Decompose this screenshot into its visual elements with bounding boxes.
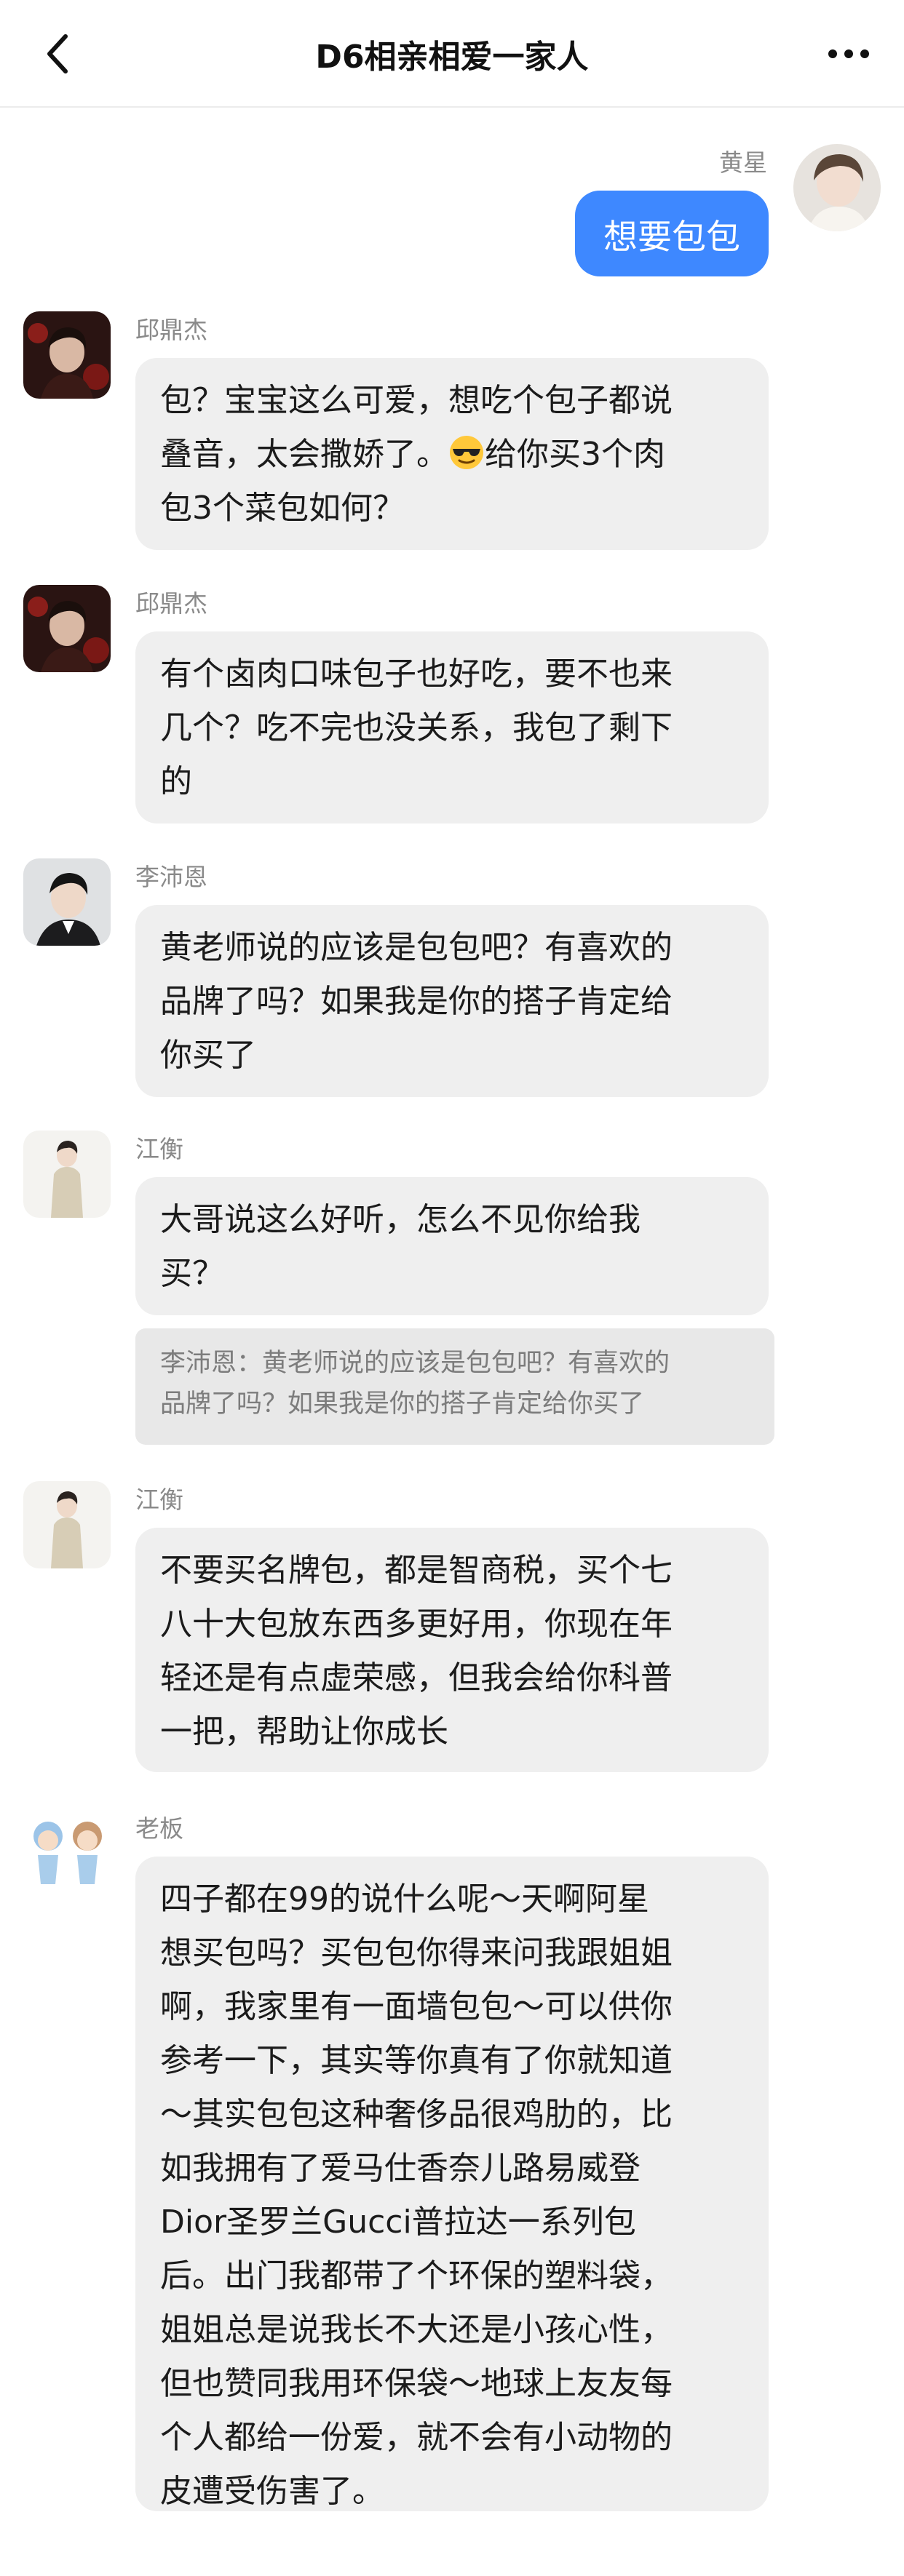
more-button[interactable] xyxy=(820,25,878,83)
sender-name: 老板 xyxy=(135,1814,183,1843)
message-line: 皮遭受伤害了。 xyxy=(160,2473,384,2510)
sender-name: 李沛恩 xyxy=(135,863,207,891)
message-bubble[interactable]: 有个卤肉口味包子也好吃，要不也来 几个？吃不完也没关系，我包了剩下 的 xyxy=(135,631,769,824)
chat-title: D6相亲相爱一家人 xyxy=(315,39,589,76)
message-bubble[interactable]: 不要买名牌包，都是智商税，买个七 八十大包放东西多更好用，你现在年 轻还是有点虚… xyxy=(135,1528,769,1772)
message-bubble[interactable]: 包？宝宝这么可爱，想吃个包子都说 叠音，太会撒娇了。 给你买3个肉 包3个菜包如何… xyxy=(135,358,769,550)
message-line: 参考一下，其实等你真有了你就知道 xyxy=(160,2042,673,2079)
message-line: 八十大包放东西多更好用，你现在年 xyxy=(160,1606,673,1643)
sender-name: 江衡 xyxy=(135,1135,183,1163)
back-button[interactable] xyxy=(29,25,87,83)
message-line: 啊，我家里有一面墙包包～可以供你 xyxy=(160,1988,673,2025)
message-line: 不要买名牌包，都是智商税，买个七 xyxy=(160,1552,673,1589)
message-bubble[interactable]: 黄老师说的应该是包包吧？有喜欢的 品牌了吗？如果我是你的搭子肯定给 你买了 xyxy=(135,905,769,1097)
chat-header: D6相亲相爱一家人 xyxy=(0,0,904,108)
more-dots-icon xyxy=(828,49,869,58)
message-line: 包？宝宝这么可爱，想吃个包子都说 xyxy=(160,382,673,419)
message-line: 大哥说这么好听，怎么不见你给我 xyxy=(160,1201,641,1238)
avatar-qiu-2[interactable] xyxy=(23,585,111,672)
avatar-qiu-1[interactable] xyxy=(23,311,111,399)
avatar-self[interactable] xyxy=(793,144,881,231)
message-line: 买？ xyxy=(160,1255,224,1292)
message-line: 姐姐总是说我长不大还是小孩心性， xyxy=(160,2311,673,2348)
message-line: 轻还是有点虚荣感，但我会给你科普 xyxy=(160,1659,673,1696)
quoted-reply[interactable]: 李沛恩：黄老师说的应该是包包吧？有喜欢的 品牌了吗？如果我是你的搭子肯定给你买了 xyxy=(135,1328,774,1445)
avatar-jiang-1[interactable] xyxy=(23,1131,111,1218)
message-line: 品牌了吗？如果我是你的搭子肯定给 xyxy=(160,983,673,1020)
avatar-li[interactable] xyxy=(23,858,111,946)
message-line: 包3个菜包如何？ xyxy=(160,490,405,527)
message-line: 个人都给一份爱，就不会有小动物的 xyxy=(160,2419,673,2456)
sender-name-self: 黄星 xyxy=(719,148,767,177)
chevron-left-icon xyxy=(47,34,68,73)
message-bubble-self[interactable]: 想要包包 xyxy=(575,191,769,276)
sunglasses-emoji-icon xyxy=(450,436,483,469)
quote-line: 品牌了吗？如果我是你的搭子肯定给你买了 xyxy=(160,1389,645,1419)
sender-name: 邱鼎杰 xyxy=(135,316,207,344)
message-line: 四子都在99的说什么呢～天啊阿星 xyxy=(160,1881,649,1918)
message-line: 有个卤肉口味包子也好吃，要不也来 xyxy=(160,655,673,693)
message-line: ～其实包包这种奢侈品很鸡肋的，比 xyxy=(160,2096,673,2133)
quote-line: 李沛恩：黄老师说的应该是包包吧？有喜欢的 xyxy=(160,1349,670,1378)
message-line: 如我拥有了爱马仕香奈儿路易威登 xyxy=(160,2150,641,2187)
message-bubble[interactable]: 大哥说这么好听，怎么不见你给我 买？ xyxy=(135,1177,769,1315)
sender-name: 邱鼎杰 xyxy=(135,589,207,618)
message-line: 但也赞同我用环保袋～地球上友友每 xyxy=(160,2365,673,2402)
message-line: 想买包吗？买包包你得来问我跟姐姐 xyxy=(160,1934,673,1971)
message-bubble[interactable]: 四子都在99的说什么呢～天啊阿星 想买包吗？买包包你得来问我跟姐姐 啊，我家里有… xyxy=(135,1857,769,2511)
message-line: 一把，帮助让你成长 xyxy=(160,1713,448,1750)
message-line: 你买了 xyxy=(160,1037,256,1074)
message-line: 几个？吃不完也没关系，我包了剩下 xyxy=(160,709,673,746)
sender-name: 江衡 xyxy=(135,1486,183,1514)
message-line: Dior圣罗兰Gucci普拉达一系列包 xyxy=(160,2204,636,2241)
message-line: 后。出门我都带了个环保的塑料袋， xyxy=(160,2257,673,2294)
message-line: 的 xyxy=(160,763,192,800)
message-line: 叠音，太会撒娇了。 给你买3个肉 xyxy=(160,436,665,473)
avatar-jiang-2[interactable] xyxy=(23,1481,111,1568)
avatar-boss[interactable] xyxy=(23,1810,111,1897)
message-line: 黄老师说的应该是包包吧？有喜欢的 xyxy=(160,929,673,966)
